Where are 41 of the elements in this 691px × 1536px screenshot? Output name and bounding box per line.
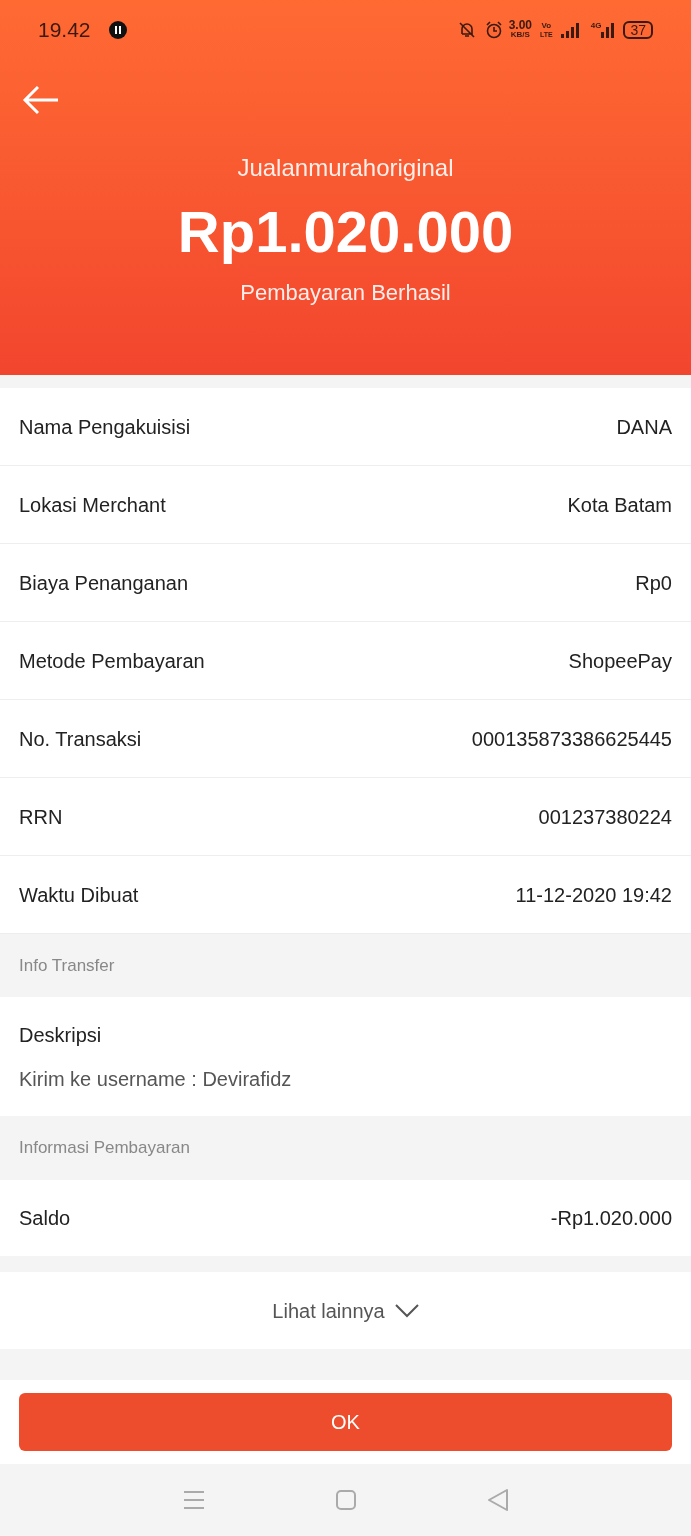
see-more-link[interactable]: Lihat lainnya: [272, 1295, 419, 1326]
detail-value: DANA: [616, 414, 672, 440]
status-time: 19.42: [38, 17, 91, 44]
payment-amount: Rp1.020.000: [177, 200, 514, 264]
detail-value: Kota Batam: [567, 492, 672, 518]
detail-value: -Rp1.020.000: [550, 1206, 672, 1231]
home-icon[interactable]: [334, 1489, 357, 1511]
detail-value: Rp0: [635, 570, 672, 596]
ok-button[interactable]: OK: [19, 1393, 672, 1451]
network-speed: 3.00: [508, 20, 533, 30]
section-heading: Informasi Pembayaran: [19, 1137, 191, 1160]
detail-label: Waktu Dibuat: [19, 882, 139, 908]
menu-icon[interactable]: [182, 1490, 205, 1510]
detail-value: 000135873386625445: [471, 726, 672, 752]
pause-icon: [108, 21, 127, 39]
description-text: Kirim ke username : Devirafidz: [19, 1066, 293, 1092]
detail-label: Nama Pengakuisisi: [19, 414, 191, 440]
signal-icon: [560, 22, 581, 38]
section-heading: Info Transfer: [19, 954, 115, 977]
detail-label: Biaya Penanganan: [19, 570, 189, 596]
detail-label: No. Transaksi: [19, 726, 142, 752]
alarm-icon: [484, 21, 503, 39]
battery-level: 37: [623, 21, 653, 39]
volte-label: Vo: [541, 21, 552, 30]
back-icon[interactable]: [486, 1488, 509, 1512]
detail-label: Saldo: [19, 1206, 71, 1231]
back-arrow-icon[interactable]: [22, 85, 60, 115]
detail-value: ShopeePay: [568, 648, 672, 674]
speed-unit: KB/S: [510, 30, 530, 40]
detail-label: RRN: [19, 804, 63, 830]
signal-icon: [601, 22, 616, 38]
detail-value: 11-12-2020 19:42: [515, 882, 672, 908]
description-label: Deskripsi: [19, 1022, 103, 1048]
merchant-name: Jualanmurahoriginal: [237, 153, 454, 183]
muted-bell-icon: [458, 21, 475, 39]
detail-label: Lokasi Merchant: [19, 492, 166, 518]
detail-value: 001237380224: [538, 804, 672, 830]
chevron-down-icon: [394, 1303, 419, 1318]
network-type: 4G: [590, 20, 602, 32]
payment-status: Pembayaran Berhasil: [240, 279, 451, 307]
detail-label: Metode Pembayaran: [19, 648, 205, 674]
